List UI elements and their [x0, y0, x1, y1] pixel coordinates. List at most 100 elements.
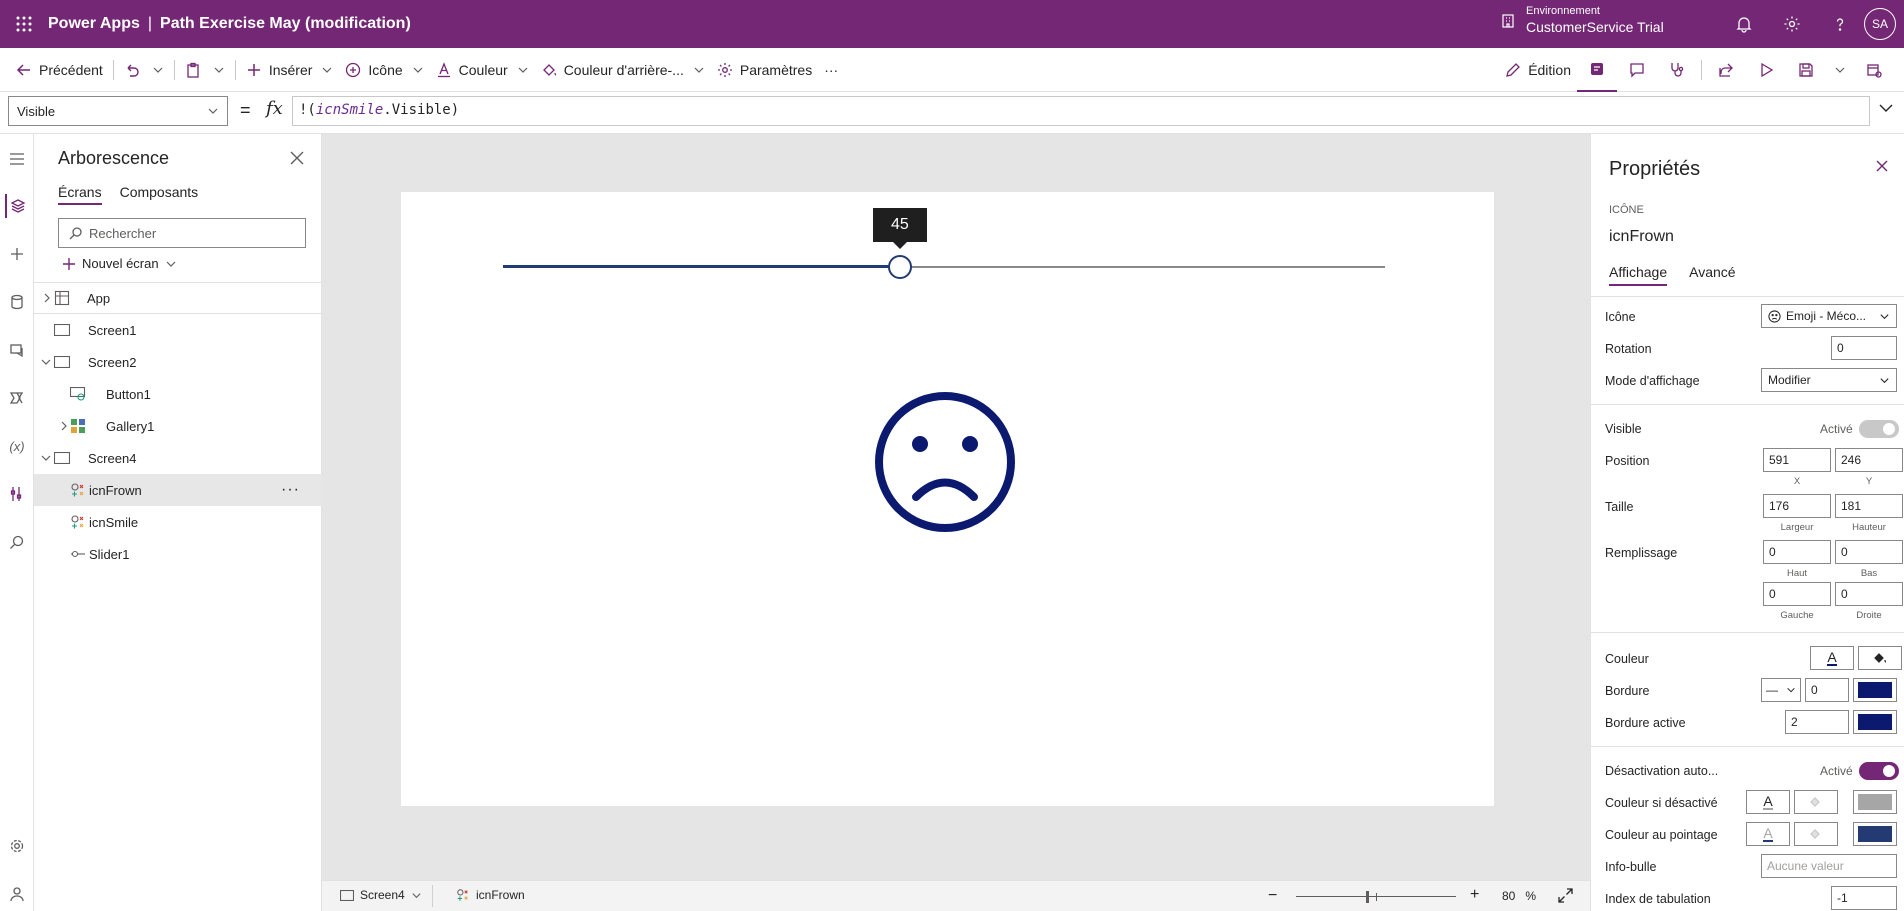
- hover-text-color-picker[interactable]: A: [1746, 822, 1790, 846]
- undo-dropdown[interactable]: [146, 54, 170, 86]
- brand-name[interactable]: Power Apps: [48, 15, 140, 33]
- border-color-picker[interactable]: [1853, 678, 1897, 702]
- comment-icon[interactable]: [1617, 48, 1657, 92]
- tree-node-icnsmile[interactable]: icnSmile: [34, 506, 322, 538]
- frown-icon[interactable]: [874, 390, 1016, 534]
- padding-bottom-input[interactable]: 0: [1835, 540, 1903, 564]
- tab-display[interactable]: Affichage: [1609, 264, 1668, 286]
- control-name[interactable]: icnFrown: [1609, 228, 1674, 246]
- play-icon[interactable]: [1746, 48, 1786, 92]
- chevron-down-icon[interactable]: [40, 452, 52, 464]
- settings-button[interactable]: Paramètres: [711, 54, 818, 86]
- zoom-in-button[interactable]: +: [1470, 886, 1479, 904]
- insert-button[interactable]: Insérer: [240, 54, 340, 86]
- position-x-input[interactable]: 591: [1763, 448, 1831, 472]
- power-automate-icon[interactable]: [5, 386, 29, 410]
- hover-color-swatch[interactable]: [1853, 822, 1897, 846]
- help-icon[interactable]: [1816, 0, 1864, 48]
- focused-border-color-picker[interactable]: [1853, 710, 1897, 734]
- back-button[interactable]: Précédent: [10, 54, 109, 86]
- tab-index-input[interactable]: -1: [1831, 886, 1897, 910]
- gear-icon[interactable]: [1768, 0, 1816, 48]
- icon-button[interactable]: Icône: [339, 54, 429, 86]
- edit-mode-button[interactable]: Édition: [1499, 54, 1577, 86]
- new-screen-button[interactable]: Nouvel écran: [62, 256, 177, 271]
- tab-advanced[interactable]: Avancé: [1689, 264, 1735, 286]
- tree-node-slider1[interactable]: Slider1: [34, 538, 322, 570]
- formula-input[interactable]: !(icnSmile.Visible): [292, 96, 1870, 126]
- width-input[interactable]: 176: [1763, 494, 1831, 518]
- border-width-input[interactable]: 0: [1805, 678, 1849, 702]
- tree-node-screen4[interactable]: Screen4: [34, 442, 322, 474]
- save-dropdown[interactable]: [1826, 48, 1854, 92]
- media-icon[interactable]: [5, 338, 29, 362]
- share-icon[interactable]: [1706, 48, 1746, 92]
- close-icon[interactable]: [290, 151, 304, 165]
- publish-icon[interactable]: [1854, 48, 1894, 92]
- tree-node-app[interactable]: App: [34, 282, 322, 314]
- slider-control[interactable]: [503, 252, 1385, 282]
- tab-screens[interactable]: Écrans: [58, 184, 102, 205]
- auto-disable-toggle[interactable]: [1859, 762, 1899, 780]
- insert-plus-icon[interactable]: [5, 242, 29, 266]
- search-icon[interactable]: [5, 530, 29, 554]
- variables-icon[interactable]: (x): [5, 434, 29, 458]
- hamburger-icon[interactable]: [5, 147, 29, 171]
- undo-button[interactable]: [118, 54, 146, 86]
- app-launcher-icon[interactable]: [0, 0, 48, 48]
- disabled-fill-color-picker[interactable]: [1794, 790, 1838, 814]
- screen-breadcrumb[interactable]: Screen4: [340, 888, 422, 902]
- tree-node-gallery1[interactable]: Gallery1: [34, 410, 322, 442]
- text-color-picker[interactable]: A: [1810, 646, 1854, 670]
- chevron-down-icon[interactable]: [40, 356, 52, 368]
- node-more-button[interactable]: ···: [281, 481, 300, 499]
- color-button[interactable]: Couleur: [430, 54, 535, 86]
- display-mode-dropdown[interactable]: Modifier: [1761, 368, 1897, 392]
- paste-button[interactable]: [179, 54, 207, 86]
- virtual-agent-icon[interactable]: [5, 882, 29, 906]
- expand-formula-icon[interactable]: [1878, 100, 1894, 116]
- more-commands-button[interactable]: ···: [818, 54, 844, 86]
- icon-dropdown[interactable]: Emoji - Méco...: [1761, 304, 1897, 328]
- tree-node-icnfrown[interactable]: icnFrown ···: [34, 474, 322, 506]
- environment-picker[interactable]: Environnement CustomerService Trial: [1500, 5, 1664, 36]
- slider-thumb[interactable]: [887, 255, 912, 279]
- bell-icon[interactable]: [1720, 0, 1768, 48]
- border-style-dropdown[interactable]: —: [1761, 678, 1801, 702]
- tree-node-screen2[interactable]: Screen2: [34, 346, 322, 378]
- data-icon[interactable]: [5, 290, 29, 314]
- tools-icon[interactable]: [5, 482, 29, 506]
- app-screen[interactable]: 45: [401, 192, 1494, 806]
- fit-to-window-icon[interactable]: [1558, 888, 1573, 903]
- close-icon[interactable]: [1876, 160, 1888, 172]
- visible-toggle[interactable]: [1859, 420, 1899, 438]
- chevron-right-icon[interactable]: [41, 292, 53, 304]
- zoom-level[interactable]: 80 %: [1502, 889, 1536, 903]
- focused-border-input[interactable]: 2: [1785, 710, 1849, 734]
- fill-color-picker[interactable]: [1858, 646, 1902, 670]
- position-y-input[interactable]: 246: [1835, 448, 1903, 472]
- stethoscope-icon[interactable]: [1657, 48, 1697, 92]
- tree-search-input[interactable]: Rechercher: [58, 218, 306, 248]
- control-breadcrumb[interactable]: icnFrown: [456, 888, 525, 902]
- avatar[interactable]: SA: [1864, 8, 1896, 40]
- padding-right-input[interactable]: 0: [1835, 582, 1903, 606]
- tree-view-icon[interactable]: [5, 194, 29, 218]
- height-input[interactable]: 181: [1835, 494, 1903, 518]
- property-dropdown[interactable]: Visible: [8, 96, 228, 126]
- tooltip-input[interactable]: Aucune valeur: [1761, 854, 1897, 878]
- padding-left-input[interactable]: 0: [1763, 582, 1831, 606]
- rotation-input[interactable]: 0: [1831, 336, 1897, 360]
- tree-node-button1[interactable]: Button1: [34, 378, 322, 410]
- copilot-icon[interactable]: [1577, 48, 1617, 92]
- padding-top-input[interactable]: 0: [1763, 540, 1831, 564]
- zoom-out-button[interactable]: −: [1268, 887, 1277, 905]
- hover-fill-color-picker[interactable]: [1794, 822, 1838, 846]
- disabled-text-color-picker[interactable]: A: [1746, 790, 1790, 814]
- background-color-button[interactable]: Couleur d'arrière-...: [535, 54, 711, 86]
- save-icon[interactable]: [1786, 48, 1826, 92]
- zoom-thumb[interactable]: [1366, 891, 1369, 903]
- tree-node-screen1[interactable]: Screen1: [34, 314, 322, 346]
- settings-gear-icon[interactable]: [5, 834, 29, 858]
- disabled-color-swatch[interactable]: [1853, 790, 1897, 814]
